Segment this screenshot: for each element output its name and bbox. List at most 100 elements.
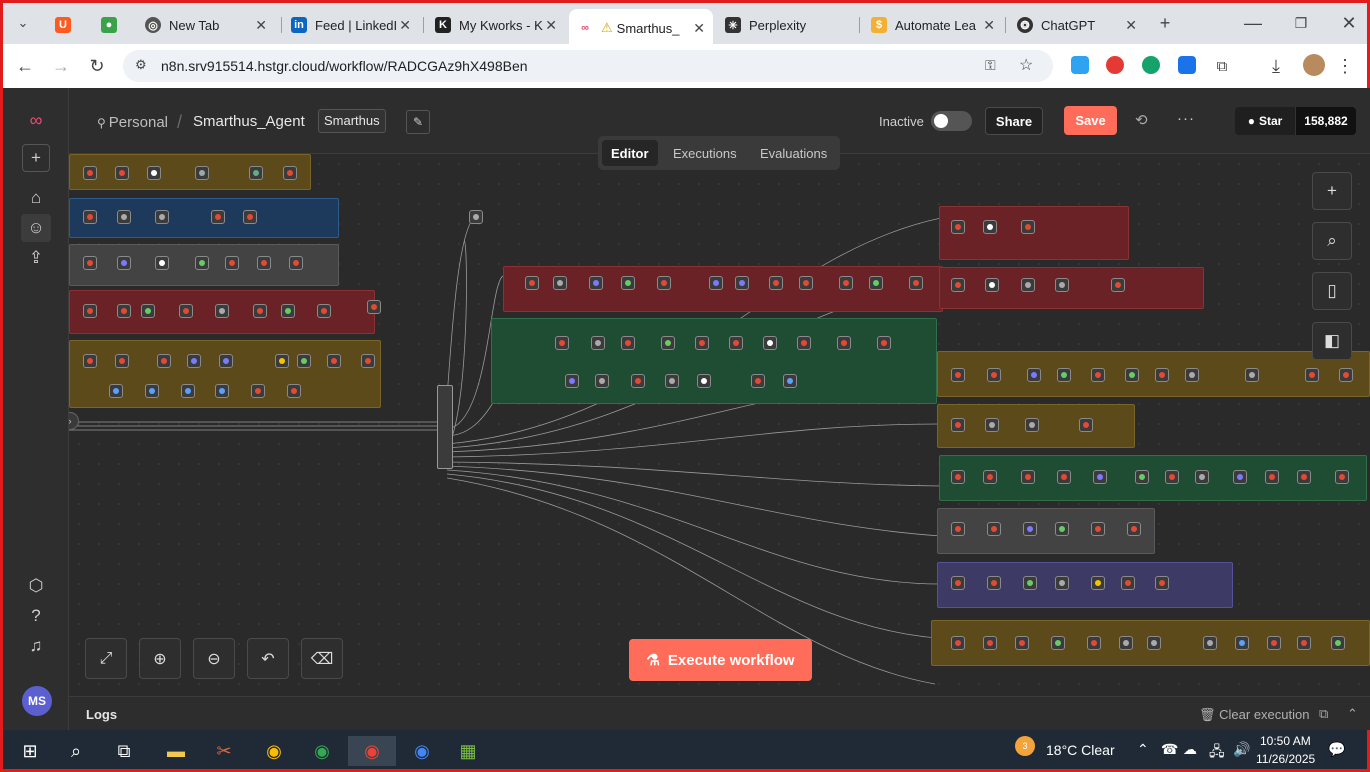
workflow-node[interactable] xyxy=(589,276,603,290)
panel-toggle-icon[interactable]: ◧ xyxy=(1312,322,1352,360)
tidy-up-icon[interactable]: ⌫ xyxy=(301,638,343,679)
active-toggle[interactable] xyxy=(931,111,972,131)
address-bar[interactable]: ⚙ n8n.srv915514.hstgr.cloud/workflow/RAD… xyxy=(123,50,1053,82)
workflow-node[interactable] xyxy=(117,210,131,224)
workflow-node[interactable] xyxy=(181,384,195,398)
workflow-node[interactable] xyxy=(1305,368,1319,382)
close-window-icon[interactable]: ✕ xyxy=(1337,11,1361,35)
avatar[interactable]: MS xyxy=(22,686,52,716)
workflow-node[interactable] xyxy=(951,636,965,650)
workflow-node[interactable] xyxy=(1021,278,1035,292)
workflow-node[interactable] xyxy=(83,354,97,368)
workflow-node[interactable] xyxy=(1125,368,1139,382)
workflow-node[interactable] xyxy=(799,276,813,290)
workflow-node[interactable] xyxy=(987,522,1001,536)
workflow-node[interactable] xyxy=(1091,522,1105,536)
windows-start-icon[interactable]: ⊞ xyxy=(15,736,45,766)
workflow-node[interactable] xyxy=(1023,576,1037,590)
workflow-node[interactable] xyxy=(219,354,233,368)
clear-execution-button[interactable]: 🗑 Clear execution xyxy=(1199,707,1309,723)
workflow-node[interactable] xyxy=(249,166,263,180)
n8n-logo-icon[interactable]: ∞ xyxy=(21,106,51,134)
workflow-canvas[interactable]: › + ⌕ ▯ ◧ ⤢ ⊕ ⊖ ↶ ⌫ ⚗Execute workflow xyxy=(69,154,1370,696)
workflow-node[interactable] xyxy=(117,256,131,270)
tab-kworks[interactable]: K My Kworks - K ✕ xyxy=(427,9,565,41)
workflow-node[interactable] xyxy=(211,210,225,224)
workflow-node[interactable] xyxy=(145,384,159,398)
workflow-node[interactable] xyxy=(1331,636,1345,650)
workflow-node[interactable] xyxy=(283,166,297,180)
tab-editor[interactable]: Editor xyxy=(602,140,658,166)
workflow-node[interactable] xyxy=(621,336,635,350)
add-plus-icon[interactable]: + xyxy=(22,144,50,172)
workflow-node[interactable] xyxy=(797,336,811,350)
workflow-node[interactable] xyxy=(83,210,97,224)
workflow-node[interactable] xyxy=(983,636,997,650)
bookmark-star-icon[interactable]: ☆ xyxy=(1019,55,1033,75)
workflow-node[interactable] xyxy=(289,256,303,270)
workflow-node[interactable] xyxy=(253,304,267,318)
back-arrow-icon[interactable]: ← xyxy=(13,54,37,78)
grammarly-icon[interactable] xyxy=(1142,56,1160,74)
workflow-node[interactable] xyxy=(1055,576,1069,590)
workflow-node[interactable] xyxy=(361,354,375,368)
notifications-bell-icon[interactable]: ♫ xyxy=(21,632,51,660)
workflow-node[interactable] xyxy=(525,276,539,290)
workflow-node[interactable] xyxy=(1093,470,1107,484)
workflow-node[interactable] xyxy=(147,166,161,180)
workflow-tag[interactable]: Smarthus xyxy=(318,109,386,133)
workflow-node[interactable] xyxy=(983,470,997,484)
tab-chatgpt[interactable]: ❂ ChatGPT ✕ xyxy=(1009,9,1145,41)
home-icon[interactable]: ⌂ xyxy=(21,184,51,212)
close-tab-icon[interactable]: ✕ xyxy=(255,17,267,34)
menu-kebab-icon[interactable]: ⋮ xyxy=(1333,54,1357,78)
workflow-node[interactable] xyxy=(1051,636,1065,650)
execute-workflow-button[interactable]: ⚗ Execute workflow xyxy=(629,639,812,681)
workflow-node[interactable] xyxy=(215,304,229,318)
workflow-node[interactable] xyxy=(1165,470,1179,484)
workflow-node[interactable] xyxy=(1233,470,1247,484)
workflow-node[interactable] xyxy=(1127,522,1141,536)
url-text[interactable]: n8n.srv915514.hstgr.cloud/workflow/RADCG… xyxy=(161,58,528,74)
volume-icon[interactable]: 🔊 xyxy=(1233,741,1250,758)
workflow-group-note[interactable] xyxy=(69,198,339,238)
workflow-node[interactable] xyxy=(869,276,883,290)
workflow-node[interactable] xyxy=(1091,576,1105,590)
workflow-node[interactable] xyxy=(257,256,271,270)
workflow-node[interactable] xyxy=(565,374,579,388)
tab-globe[interactable]: ● xyxy=(93,9,133,41)
chrome-n-icon[interactable]: ◉ xyxy=(407,736,437,766)
workflow-node[interactable] xyxy=(1023,522,1037,536)
notepad-icon[interactable]: ▦ xyxy=(453,736,483,766)
close-tab-icon[interactable]: ✕ xyxy=(545,17,557,34)
workflow-node[interactable] xyxy=(1245,368,1259,382)
workflow-node[interactable] xyxy=(1235,636,1249,650)
workflow-node[interactable] xyxy=(661,336,675,350)
workflow-node[interactable] xyxy=(1195,470,1209,484)
tab-smarthus[interactable]: ∞ ⚠ Smarthus_ ✕ xyxy=(569,9,713,47)
workflow-name[interactable]: Smarthus_Agent xyxy=(193,113,305,130)
workflow-group-note[interactable] xyxy=(939,267,1204,309)
workflow-node[interactable] xyxy=(195,166,209,180)
workflow-node[interactable] xyxy=(729,336,743,350)
clock-time[interactable]: 10:50 AM xyxy=(1260,734,1311,748)
workflow-node[interactable] xyxy=(1055,278,1069,292)
onedrive-icon[interactable]: ☁ xyxy=(1183,741,1197,758)
workflow-node[interactable] xyxy=(595,374,609,388)
workflow-node[interactable] xyxy=(1111,278,1125,292)
expand-chevron-icon[interactable]: ⌃ xyxy=(1347,706,1358,722)
workflow-node[interactable] xyxy=(555,336,569,350)
profile-avatar[interactable] xyxy=(1303,54,1325,76)
workflow-node[interactable] xyxy=(1297,636,1311,650)
workflow-node[interactable] xyxy=(1119,636,1133,650)
history-icon[interactable]: ⟲ xyxy=(1135,111,1148,129)
workflow-node[interactable] xyxy=(251,384,265,398)
workflow-node[interactable] xyxy=(1021,220,1035,234)
workflow-node[interactable] xyxy=(1057,368,1071,382)
workflow-node[interactable] xyxy=(115,166,129,180)
templates-icon[interactable]: ⬡ xyxy=(21,572,51,600)
share-upload-icon[interactable]: ⇪ xyxy=(21,244,51,272)
meet-now-icon[interactable]: ☎ xyxy=(1161,741,1178,758)
record-extension-icon[interactable] xyxy=(1106,56,1124,74)
save-button[interactable]: Save xyxy=(1064,106,1117,135)
